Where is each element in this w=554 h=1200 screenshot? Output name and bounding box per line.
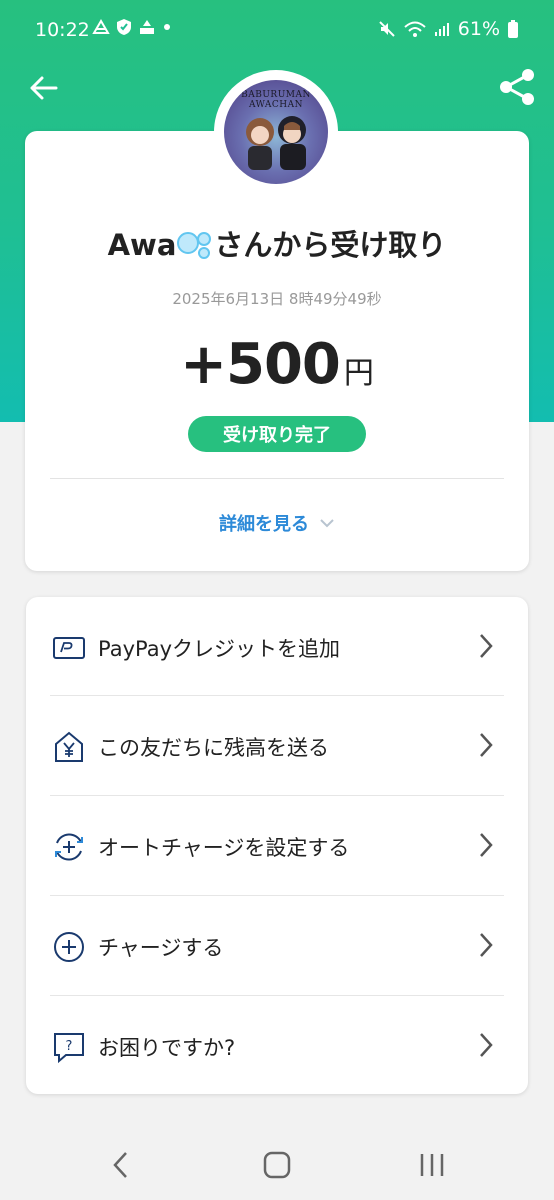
arrow-left-icon (30, 76, 58, 100)
actions-menu: PayPayクレジットを追加 この友だちに残高を送る オートチャージを設定する … (26, 597, 528, 1094)
menu-label: チャージする (98, 936, 224, 960)
menu-item-add-credit[interactable]: PayPayクレジットを追加 (26, 597, 528, 696)
page-title: Awa さんから受け取り (0, 222, 554, 264)
auto-charge-icon (55, 833, 83, 861)
home-icon (263, 1151, 291, 1179)
battery-icon (508, 20, 518, 38)
chevron-right-icon (480, 733, 493, 757)
menu-item-charge[interactable]: チャージする (26, 896, 528, 995)
status-right: 61% (378, 18, 518, 40)
divider (50, 478, 504, 479)
amount-currency: 円 (343, 356, 374, 391)
transaction-date: 2025年6月13日 8時49分49秒 (172, 290, 382, 308)
title-suffix: さんから受け取り (214, 228, 447, 262)
nav-home-button[interactable] (262, 1150, 292, 1184)
avatar-illustration (246, 116, 306, 170)
yen-house-icon (55, 731, 83, 762)
bubbles-icon (177, 232, 212, 259)
nav-back-button[interactable] (110, 1150, 132, 1184)
share-button[interactable] (496, 66, 538, 108)
castle-icon (140, 20, 154, 34)
menu-label: お困りですか? (98, 1036, 236, 1060)
status-time: 10:22 (35, 19, 90, 41)
chevron-right-icon (480, 634, 493, 658)
menu-label: オートチャージを設定する (98, 836, 350, 860)
recents-icon (420, 1154, 444, 1176)
menu-label: この友だちに残高を送る (98, 736, 329, 760)
sender-name: Awa (107, 228, 177, 262)
plus-circle-icon (54, 932, 84, 962)
game-icon (92, 19, 110, 34)
system-nav-bar (0, 1130, 554, 1200)
chevron-right-icon (480, 833, 493, 857)
mute-icon (379, 21, 395, 37)
menu-item-help[interactable]: ? お困りですか? (26, 996, 528, 1095)
battery-percent: 61% (457, 18, 500, 40)
svg-text:?: ? (66, 1039, 73, 1054)
share-icon (500, 69, 534, 105)
status-bar: 10:22 61% (0, 0, 554, 60)
chevron-right-icon (480, 933, 493, 957)
details-label: 詳細を見る (219, 514, 309, 535)
back-button[interactable] (26, 70, 62, 106)
dot-icon (164, 24, 170, 30)
wifi-icon (404, 21, 426, 37)
details-link[interactable]: 詳細を見る (0, 510, 554, 536)
nav-recents-button[interactable] (418, 1150, 446, 1184)
menu-item-send-balance[interactable]: この友だちに残高を送る (26, 696, 528, 795)
chevron-down-icon (320, 519, 334, 528)
signal-icon (434, 23, 449, 36)
status-badge: 受け取り完了 (188, 416, 366, 452)
chevron-right-icon (480, 1033, 493, 1057)
back-icon (113, 1152, 127, 1178)
shield-icon (117, 19, 131, 35)
menu-item-auto-charge[interactable]: オートチャージを設定する (26, 796, 528, 895)
help-chat-icon: ? (54, 1033, 84, 1064)
avatar-image: BABURUMAN AWACHAN (224, 80, 328, 184)
credit-card-icon (53, 637, 85, 659)
sender-avatar[interactable]: BABURUMAN AWACHAN (214, 70, 338, 194)
amount-value: +500 (180, 332, 341, 397)
amount: +500 円 (0, 332, 554, 397)
menu-label: PayPayクレジットを追加 (98, 637, 341, 661)
notification-icons (92, 18, 172, 36)
